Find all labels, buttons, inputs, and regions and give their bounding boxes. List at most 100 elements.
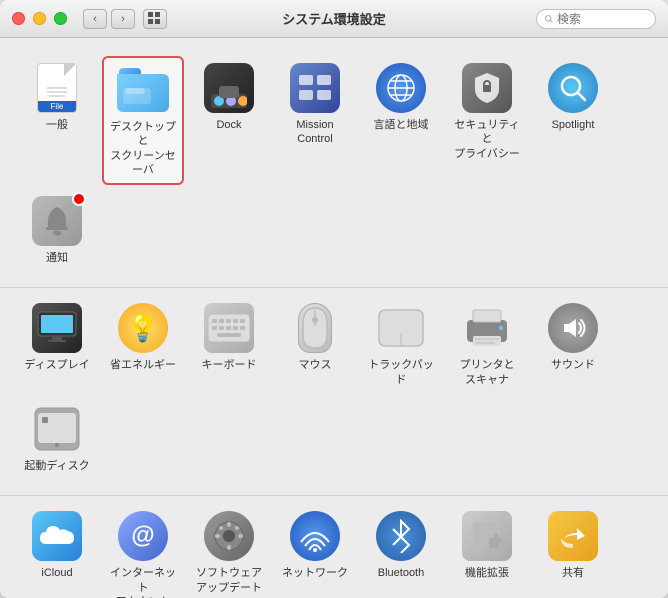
extension-icon-box xyxy=(461,510,513,562)
traffic-lights xyxy=(12,12,67,25)
spotlight-label: Spotlight xyxy=(552,118,595,132)
internet-icon: @ xyxy=(118,511,168,561)
pref-dock[interactable]: Dock xyxy=(188,56,270,185)
extension-label: 機能拡張 xyxy=(465,566,509,580)
pref-notification[interactable]: 通知 xyxy=(16,189,98,271)
energy-icon: 💡 xyxy=(118,303,168,353)
notification-icon-box xyxy=(31,195,83,247)
content-area: File 一般 xyxy=(0,38,668,598)
notification-label: 通知 xyxy=(46,251,68,265)
search-input[interactable] xyxy=(557,12,647,26)
software-icon xyxy=(204,511,254,561)
keyboard-icon xyxy=(204,303,254,353)
grid-view-button[interactable] xyxy=(143,9,167,29)
printer-icon-box xyxy=(461,302,513,354)
mouse-icon-box xyxy=(289,302,341,354)
printer-icon xyxy=(462,303,512,353)
security-icon-box xyxy=(461,62,513,114)
language-icon xyxy=(376,63,426,113)
hardware-grid: ディスプレイ 💡 省エネルギー xyxy=(16,296,652,479)
pref-keyboard[interactable]: キーボード xyxy=(188,296,270,393)
extension-icon xyxy=(462,511,512,561)
pref-desktop[interactable]: デスクトップとスクリーンセーバ xyxy=(102,56,184,185)
pref-icloud[interactable]: iCloud xyxy=(16,504,98,598)
mission-label: MissionControl xyxy=(296,118,333,147)
bluetooth-icon xyxy=(376,511,426,561)
trackpad-icon-box xyxy=(375,302,427,354)
pref-printer[interactable]: プリンタとスキャナ xyxy=(446,296,528,393)
pref-extension[interactable]: 機能拡張 xyxy=(446,504,528,598)
general-icon-box: File xyxy=(31,62,83,114)
pref-spotlight[interactable]: Spotlight xyxy=(532,56,614,185)
internet-grid: iCloud @ インターネットアカウント xyxy=(16,504,652,598)
startup-icon xyxy=(32,404,82,454)
bluetooth-label: Bluetooth xyxy=(378,566,424,580)
pref-mission[interactable]: MissionControl xyxy=(274,56,356,185)
close-button[interactable] xyxy=(12,12,25,25)
pref-mouse[interactable]: マウス xyxy=(274,296,356,393)
mission-icon-box xyxy=(289,62,341,114)
pref-display[interactable]: ディスプレイ xyxy=(16,296,98,393)
nav-buttons: ‹ › xyxy=(83,9,135,29)
sound-label: サウンド xyxy=(551,358,595,372)
maximize-button[interactable] xyxy=(54,12,67,25)
display-icon-box xyxy=(31,302,83,354)
network-icon-box xyxy=(289,510,341,562)
icloud-icon-box xyxy=(31,510,83,562)
sharing-icon xyxy=(548,511,598,561)
icloud-icon xyxy=(32,511,82,561)
pref-language[interactable]: 言語と地域 xyxy=(360,56,442,185)
pref-bluetooth[interactable]: Bluetooth xyxy=(360,504,442,598)
startup-label: 起動ディスク xyxy=(24,459,89,473)
spotlight-icon xyxy=(548,63,598,113)
trackpad-icon xyxy=(376,303,426,353)
bluetooth-icon-box xyxy=(375,510,427,562)
energy-icon-box: 💡 xyxy=(117,302,169,354)
security-icon xyxy=(462,63,512,113)
icloud-label: iCloud xyxy=(41,566,72,580)
desktop-label: デスクトップとスクリーンセーバ xyxy=(108,120,178,177)
desktop-icon-box xyxy=(117,64,169,116)
security-label: セキュリティとプライバシー xyxy=(450,118,524,161)
pref-internet[interactable]: @ インターネットアカウント xyxy=(102,504,184,598)
back-button[interactable]: ‹ xyxy=(83,9,107,29)
software-icon-box xyxy=(203,510,255,562)
pref-startup[interactable]: 起動ディスク xyxy=(16,397,98,479)
pref-sharing[interactable]: 共有 xyxy=(532,504,614,598)
energy-label: 省エネルギー xyxy=(110,358,176,372)
pref-trackpad[interactable]: トラックパッド xyxy=(360,296,442,393)
section-internet: iCloud @ インターネットアカウント xyxy=(0,496,668,598)
software-label: ソフトウェアアップデート xyxy=(196,566,262,595)
system-preferences-window: ‹ › システム環境設定 xyxy=(0,0,668,598)
startup-icon-box xyxy=(31,403,83,455)
sound-icon xyxy=(548,303,598,353)
general-label: 一般 xyxy=(46,118,68,132)
pref-network[interactable]: ネットワーク xyxy=(274,504,356,598)
trackpad-label: トラックパッド xyxy=(364,358,438,387)
personal-grid: File 一般 xyxy=(16,56,652,271)
dock-label: Dock xyxy=(216,118,241,132)
window-title: システム環境設定 xyxy=(282,9,386,28)
sharing-icon-box xyxy=(547,510,599,562)
network-icon xyxy=(290,511,340,561)
titlebar: ‹ › システム環境設定 xyxy=(0,0,668,38)
keyboard-icon-box xyxy=(203,302,255,354)
mouse-icon xyxy=(290,303,340,353)
display-label: ディスプレイ xyxy=(24,358,89,372)
keyboard-label: キーボード xyxy=(202,358,257,372)
language-icon-box xyxy=(375,62,427,114)
search-box[interactable] xyxy=(536,9,656,29)
pref-sound[interactable]: サウンド xyxy=(532,296,614,393)
sharing-label: 共有 xyxy=(562,566,584,580)
mouse-label: マウス xyxy=(299,358,332,372)
minimize-button[interactable] xyxy=(33,12,46,25)
desktop-icon xyxy=(117,68,169,112)
section-personal: File 一般 xyxy=(0,48,668,288)
language-label: 言語と地域 xyxy=(374,118,429,132)
printer-label: プリンタとスキャナ xyxy=(460,358,515,387)
forward-button[interactable]: › xyxy=(111,9,135,29)
pref-energy[interactable]: 💡 省エネルギー xyxy=(102,296,184,393)
pref-security[interactable]: セキュリティとプライバシー xyxy=(446,56,528,185)
pref-general[interactable]: File 一般 xyxy=(16,56,98,185)
pref-software[interactable]: ソフトウェアアップデート xyxy=(188,504,270,598)
